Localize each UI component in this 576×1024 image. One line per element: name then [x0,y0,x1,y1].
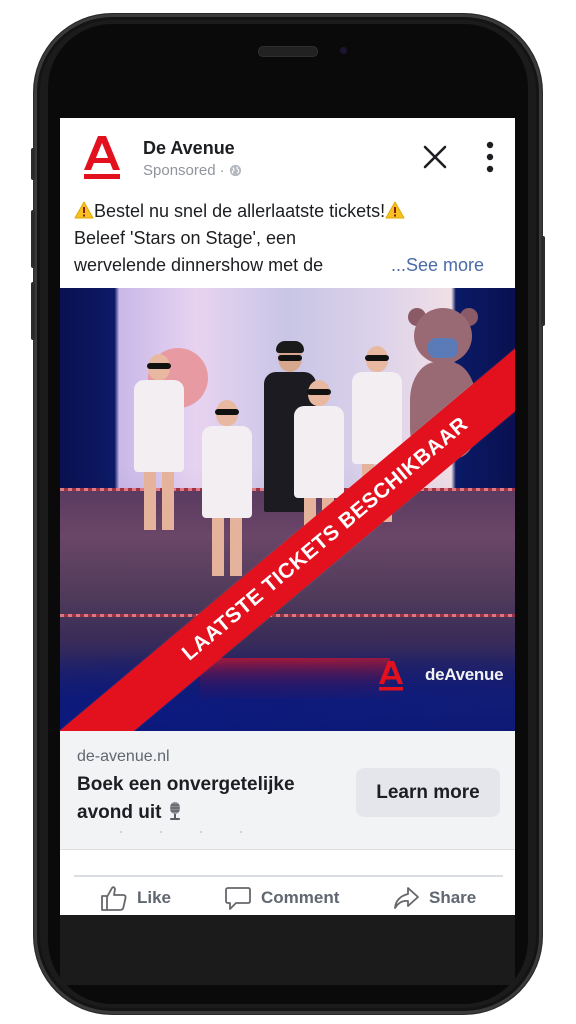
post-actions-bar: Like Comment Share [60,880,515,915]
post-message: Bestel nu snel de allerlaatste tickets! … [74,198,504,279]
link-headline-line-1: Boek een onvergetelijke [77,774,295,795]
like-button[interactable]: Like [100,880,171,915]
like-label: Like [137,887,172,907]
learn-more-button[interactable]: Learn more [356,768,500,817]
post-header: De Avenue Sponsored · [60,118,515,188]
post-text-line-1: Bestel nu snel de allerlaatste tickets! [74,198,504,225]
comment-label: Comment [261,887,340,907]
de-avenue-logo-icon[interactable] [82,134,122,180]
mute-switch [31,148,35,180]
watermark-logo-icon [379,661,403,691]
share-label: Share [429,887,477,907]
power-button [541,236,545,326]
warning-emoji-icon [385,201,405,219]
phone-chin [60,915,515,985]
page-name[interactable]: De Avenue [143,138,235,159]
thumbs-up-icon [101,885,127,911]
volume-up-button [31,210,35,268]
post-text-line-2: Beleef 'Stars on Stage', een [74,228,297,248]
share-icon [394,886,419,909]
separator-dot: · [219,162,225,179]
front-camera [340,47,347,54]
share-button[interactable]: Share [392,880,476,915]
facebook-ad-post: De Avenue Sponsored · Bestel nu snel de … [60,118,515,915]
link-headline: Boek een onvergetelijke avond uit [77,771,337,827]
sponsored-text: Sponsored [143,162,216,179]
sponsored-label: Sponsored · [143,162,242,179]
comment-button[interactable]: Comment [224,880,339,915]
stage-light-strip [60,614,515,617]
dancer-figure [196,400,258,580]
truncated-description [120,831,250,833]
see-more-link[interactable]: ...See more [391,252,484,279]
link-preview[interactable]: de-avenue.nl Boek een onvergetelijke avo… [60,731,515,850]
close-icon[interactable] [422,144,448,170]
more-options-icon[interactable] [480,140,500,174]
microphone-emoji-icon [169,802,180,820]
post-text-headline: Bestel nu snel de allerlaatste tickets! [94,201,386,221]
watermark-text: deAvenue [425,665,504,684]
earpiece-speaker [258,46,318,57]
globe-icon [229,164,241,177]
link-domain: de-avenue.nl [77,748,170,765]
volume-down-button [31,282,35,340]
actions-divider [74,875,503,877]
comment-icon [225,886,251,910]
link-headline-line-2: avond uit [77,802,162,823]
dancer-figure [128,354,190,534]
warning-emoji-icon [74,201,94,219]
ad-image[interactable]: LAATSTE TICKETS BESCHIKBAAR deAvenue [60,288,515,731]
